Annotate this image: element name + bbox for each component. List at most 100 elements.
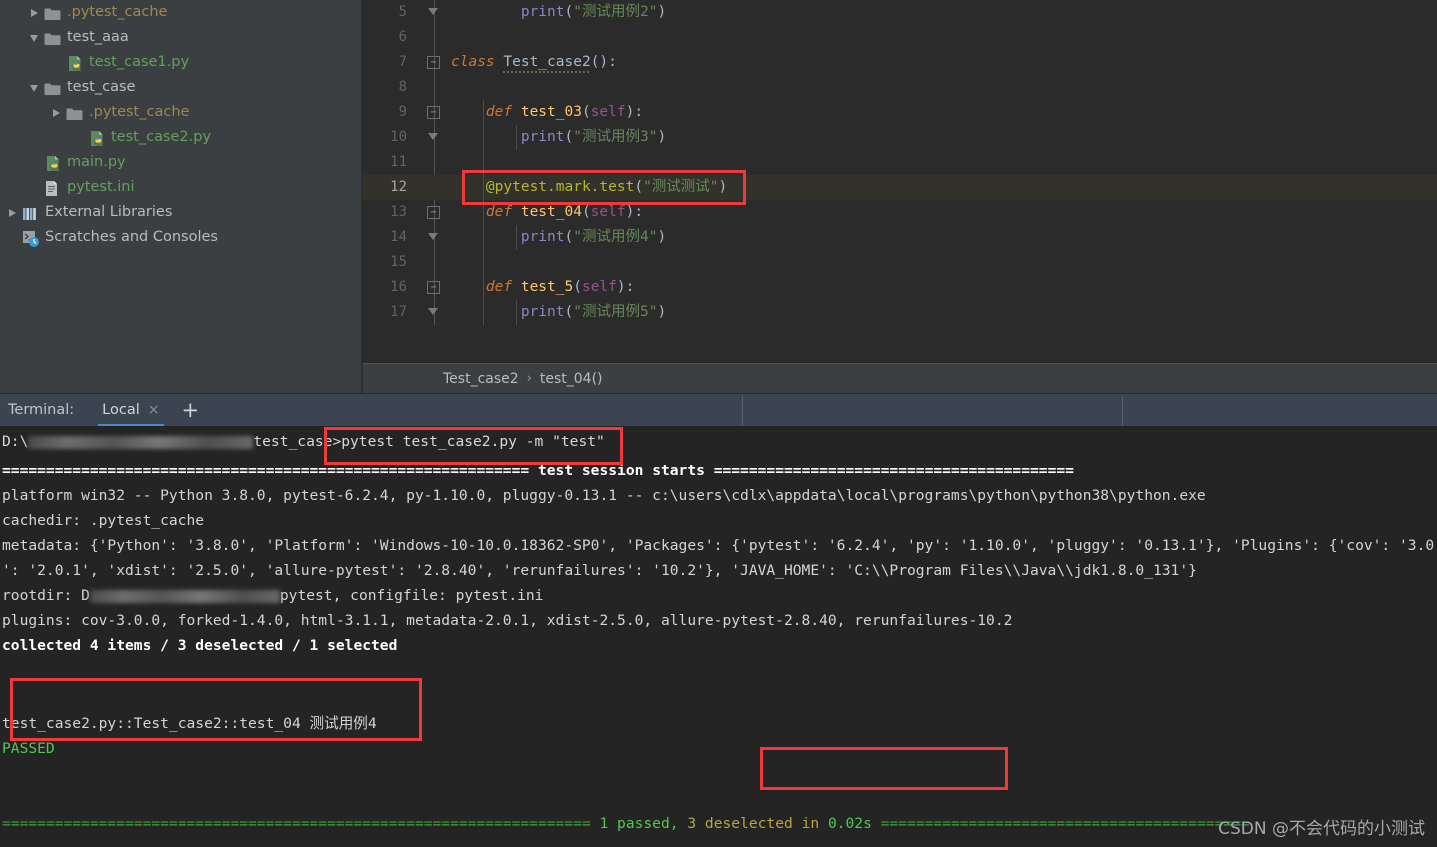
fold-end-icon[interactable] [428, 308, 438, 315]
banner-title: test session starts [537, 462, 705, 479]
line-number: 17 [390, 304, 407, 320]
fold-gutter[interactable]: − [423, 100, 445, 125]
fold-gutter[interactable] [423, 25, 445, 50]
fold-guide-line [433, 250, 435, 275]
code-line-11[interactable]: 11 [363, 150, 1437, 175]
fold-gutter[interactable]: − [423, 200, 445, 225]
token-bfn: print [520, 229, 565, 245]
close-icon[interactable]: × [148, 403, 160, 417]
fold-end-icon[interactable] [428, 133, 438, 140]
prompt-prefix: D:\ [2, 433, 29, 450]
code-line-8[interactable]: 8 [363, 75, 1437, 100]
tree-item-scratches-and-consoles[interactable]: Scratches and Consoles [0, 225, 361, 250]
indent-guide [483, 275, 484, 300]
code-line-7[interactable]: 7 − class Test_case2 (): [363, 50, 1437, 75]
token-plain: ): [616, 279, 635, 295]
tree-item-test-case1-py[interactable]: test_case1.py [0, 50, 361, 75]
indent-guide [516, 125, 517, 150]
header-divider-1 [742, 396, 743, 427]
code-editor[interactable]: 5 print("测试用例2") 6 7− class Test_case2 (): 8 9… [363, 0, 1437, 363]
tree-item-test-case[interactable]: test_case [0, 75, 361, 100]
collected-line: collected 4 items / 3 deselected / 1 sel… [2, 637, 398, 654]
fold-gutter[interactable]: − [423, 275, 445, 300]
tree-item-label: test_case [67, 79, 136, 95]
breadcrumb[interactable]: Test_case2 › test_04() [363, 363, 1437, 393]
chevron-right-icon[interactable] [28, 6, 41, 19]
fold-gutter[interactable] [423, 0, 445, 25]
token-self: self [581, 279, 617, 295]
project-tool-window[interactable]: .pytest_cache test_aaa test_case1.py test_c… [0, 0, 362, 393]
token-fn: test_5 [520, 279, 574, 295]
tree-item-test-case2-py[interactable]: test_case2.py [0, 125, 361, 150]
token-plain: ) [657, 229, 667, 245]
fold-gutter[interactable]: − [423, 50, 445, 75]
code-line-15[interactable]: 15 [363, 250, 1437, 275]
tree-item-main-py[interactable]: main.py [0, 150, 361, 175]
tree-item-external-libraries[interactable]: External Libraries [0, 200, 361, 225]
terminal-output[interactable]: D:\xxxxxxxxxxxxxxxxxxxxxxxtest_case>pyte… [0, 426, 1437, 847]
code-line-17[interactable]: 17 print("测试用例5") [363, 300, 1437, 325]
project-tree[interactable]: .pytest_cache test_aaa test_case1.py test_c… [0, 0, 361, 250]
code-line-6[interactable]: 6 [363, 25, 1437, 50]
chevron-down-icon[interactable] [28, 81, 41, 94]
code-line-16[interactable]: 16 − def test_5(self): [363, 275, 1437, 300]
code-line-10[interactable]: 10 print("测试用例3") [363, 125, 1437, 150]
rootdir-prefix: rootdir: D [2, 587, 90, 604]
indent-guide [483, 200, 484, 225]
chevron-right-icon[interactable] [6, 206, 19, 219]
fold-end-icon[interactable] [428, 233, 438, 240]
python-file-icon [88, 130, 107, 146]
code-line-9[interactable]: 9 − def test_03(self): [363, 100, 1437, 125]
token-plain: ( [564, 4, 574, 20]
fold-guide-line [433, 75, 435, 100]
test-id-line: test_case2.py::Test_case2::test_04 测试用例4 [2, 715, 377, 732]
code-line-5[interactable]: 5 print("测试用例2") [363, 0, 1437, 25]
terminal-tab-label[interactable]: Local [102, 402, 140, 418]
collapse-icon[interactable]: − [427, 56, 440, 69]
code-text: class Test_case2 (): [451, 50, 617, 75]
summary-eq-right: ========================================… [880, 815, 1250, 832]
token-self: self [590, 204, 626, 220]
fold-gutter[interactable] [423, 75, 445, 100]
token-plain: ( [564, 129, 574, 145]
summary-eq-left: ========================================… [2, 815, 582, 832]
terminal-command-line: D:\xxxxxxxxxxxxxxxxxxxxxxxtest_case>pyte… [0, 426, 1437, 458]
token-kwital: def [485, 104, 521, 120]
tree-item-test-aaa[interactable]: test_aaa [0, 25, 361, 50]
fold-gutter[interactable] [423, 125, 445, 150]
fold-end-icon[interactable] [428, 8, 438, 15]
terminal-tab-local[interactable]: Local × [98, 394, 164, 427]
collapse-icon[interactable]: − [427, 281, 440, 294]
breadcrumb-class[interactable]: Test_case2 [443, 371, 519, 387]
fold-gutter[interactable] [423, 225, 445, 250]
add-terminal-tab-icon[interactable]: + [182, 399, 200, 421]
chevron-down-icon[interactable] [28, 31, 41, 44]
code-line-12[interactable]: 12 @pytest.mark.test("测试测试") [363, 175, 1437, 200]
token-plain: ) [718, 179, 728, 195]
fold-guide-line [433, 25, 435, 50]
code-line-13[interactable]: 13 − def test_04(self): [363, 200, 1437, 225]
token-cls-underline: Test_case2 [503, 50, 591, 75]
ini-file-icon [44, 180, 63, 196]
ide-top-area: .pytest_cache test_aaa test_case1.py test_c… [0, 0, 1437, 393]
tree-item--pytest-cache[interactable]: .pytest_cache [0, 0, 361, 25]
fold-gutter[interactable] [423, 175, 445, 200]
tree-item--pytest-cache[interactable]: .pytest_cache [0, 100, 361, 125]
code-line-14[interactable]: 14 print("测试用例4") [363, 225, 1437, 250]
summary-passed: 1 passed, [599, 815, 679, 832]
chevron-right-icon[interactable] [50, 106, 63, 119]
fold-gutter[interactable] [423, 250, 445, 275]
fold-gutter[interactable] [423, 300, 445, 325]
collapse-icon[interactable]: − [427, 106, 440, 119]
collapse-icon[interactable]: − [427, 206, 440, 219]
breadcrumb-method[interactable]: test_04() [540, 371, 603, 387]
token-fn: test_04 [520, 204, 582, 220]
token-plain: ): [625, 104, 644, 120]
tree-item-pytest-ini[interactable]: pytest.ini [0, 175, 361, 200]
fold-gutter[interactable] [423, 150, 445, 175]
